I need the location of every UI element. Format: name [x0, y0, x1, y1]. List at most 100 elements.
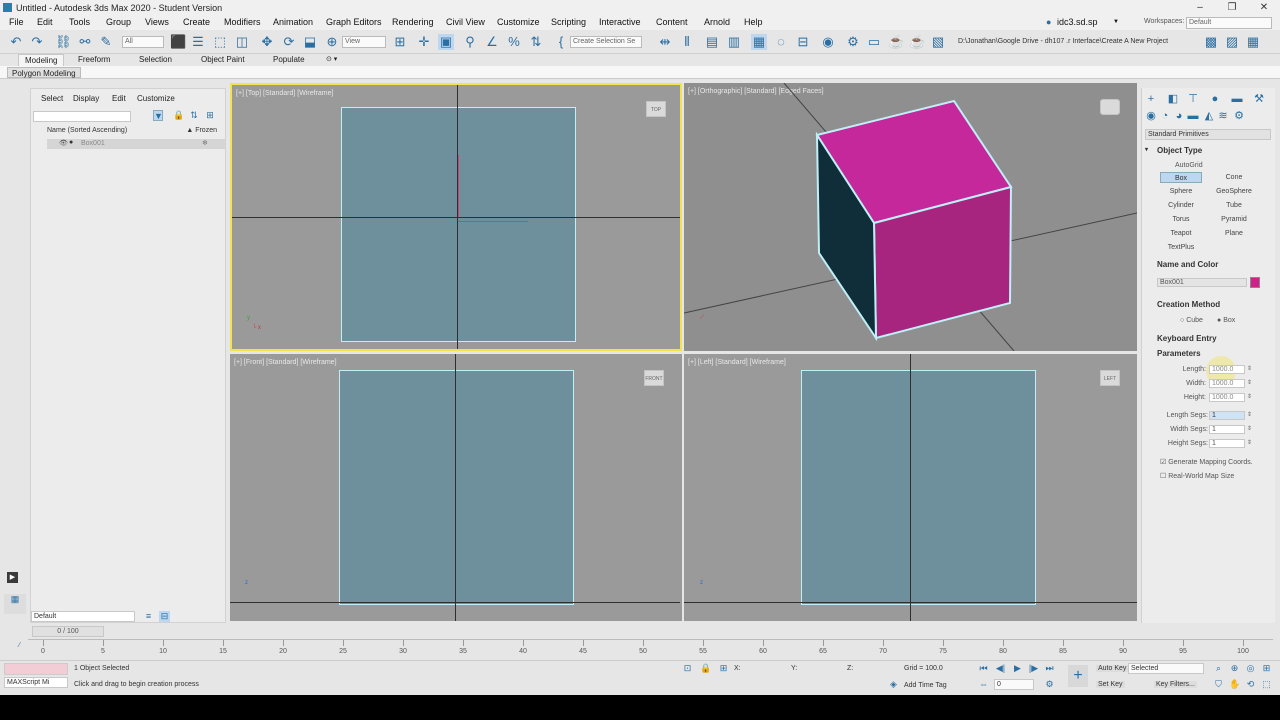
y-coordinate-field[interactable] — [801, 663, 841, 674]
manipulate-icon[interactable]: ✛ — [416, 34, 432, 50]
box-radio[interactable]: ● Box — [1217, 317, 1235, 324]
close-button[interactable]: ✕ — [1248, 0, 1280, 15]
minimize-button[interactable]: – — [1184, 0, 1216, 15]
timeline-track[interactable]: 0 5 10 15 20 25 30 35 40 45 50 55 60 65 70 75 80 85 90 95 10… — [28, 639, 1273, 655]
filter-icon[interactable]: ▼ — [153, 110, 163, 121]
col-frozen[interactable]: ▲ Frozen — [186, 127, 217, 134]
plane-button[interactable]: Plane — [1213, 228, 1255, 239]
select-object-icon[interactable]: ⬛ — [170, 34, 186, 50]
object-name-field[interactable]: Box001 — [1157, 278, 1247, 287]
ribbon-toggle-icon[interactable]: ▦ — [751, 34, 767, 50]
rect-selection-icon[interactable]: ⬚ — [212, 34, 228, 50]
height-segs-field[interactable]: 1 — [1209, 439, 1245, 448]
project-save-icon[interactable]: ▦ — [1245, 34, 1261, 50]
default-keys-icon[interactable]: + — [1068, 665, 1088, 687]
length-segs-spinner-icon[interactable]: ⇕ — [1247, 411, 1252, 418]
utilities-tab-icon[interactable]: ⚒ — [1252, 92, 1266, 106]
gen-mapping-checkbox[interactable]: ☑ Generate Mapping Coords. — [1160, 458, 1253, 466]
render-online-icon[interactable]: ▧ — [930, 34, 946, 50]
reference-coord-dropdown[interactable]: View — [342, 36, 386, 48]
named-selection-dropdown[interactable]: Create Selection Se — [570, 36, 642, 48]
scene-explorer-icon[interactable]: ▤ — [704, 34, 720, 50]
z-coordinate-field[interactable] — [857, 663, 897, 674]
schematic-view-icon[interactable]: ⊟ — [795, 34, 811, 50]
menu-arnold[interactable]: Arnold — [704, 17, 730, 27]
tab-freeform[interactable]: Freeform — [78, 54, 110, 66]
textplus-button[interactable]: TextPlus — [1160, 242, 1202, 253]
viewcube-left[interactable]: LEFT — [1100, 370, 1120, 386]
menu-scripting[interactable]: Scripting — [551, 17, 586, 27]
polygon-modeling-label[interactable]: Polygon Modeling — [7, 67, 81, 78]
render-dot-icon[interactable]: ● — [69, 139, 73, 146]
angle-snap-icon[interactable]: ∠ — [484, 34, 500, 50]
create-tab-icon[interactable]: + — [1144, 92, 1158, 106]
orbit-icon[interactable]: ⟲ — [1245, 679, 1256, 690]
length-segs-field[interactable]: 1 — [1209, 411, 1245, 420]
se-menu-edit[interactable]: Edit — [112, 94, 126, 103]
go-to-start-icon[interactable]: ⏮ — [978, 663, 989, 674]
box-left-view[interactable] — [801, 370, 1036, 605]
auto-key-button[interactable]: Auto Key — [1096, 665, 1129, 672]
x-coordinate-field[interactable] — [744, 663, 784, 674]
sphere-button[interactable]: Sphere — [1160, 186, 1202, 197]
align-icon[interactable]: ⫴ — [679, 34, 695, 50]
lights-icon[interactable]: ◕ — [1172, 109, 1186, 123]
se-menu-display[interactable]: Display — [73, 94, 99, 103]
user-dropdown-icon[interactable]: ▼ — [1113, 19, 1119, 25]
edit-named-selection-icon[interactable]: { — [553, 34, 569, 50]
tab-modeling[interactable]: Modeling — [18, 54, 65, 66]
lock-icon[interactable]: 🔒 — [173, 110, 184, 121]
width-segs-spinner-icon[interactable]: ⇕ — [1247, 425, 1252, 432]
menu-customize[interactable]: Customize — [497, 17, 540, 27]
spacewarps-icon[interactable]: ≋ — [1216, 109, 1230, 123]
zoom-all-icon[interactable]: ⊕ — [1229, 663, 1240, 674]
se-menu-customize[interactable]: Customize — [137, 94, 175, 103]
geometry-icon[interactable]: ◉ — [1144, 109, 1158, 123]
menu-rendering[interactable]: Rendering — [392, 17, 434, 27]
helpers-icon[interactable]: ◭ — [1202, 109, 1216, 123]
parameters-rollout[interactable]: Parameters — [1157, 349, 1201, 358]
menu-group[interactable]: Group — [106, 17, 131, 27]
unlink-icon[interactable]: ⚯ — [77, 34, 93, 50]
isolate-icon[interactable]: ⊡ — [682, 663, 693, 674]
tab-object-paint[interactable]: Object Paint — [201, 54, 245, 66]
render-iterative-icon[interactable]: ☕ — [909, 34, 925, 50]
zoom-extents-all-icon[interactable]: ⊞ — [1261, 663, 1272, 674]
time-config-icon[interactable]: ⚙ — [1044, 679, 1055, 690]
add-time-tag[interactable]: Add Time Tag — [904, 682, 947, 689]
place-icon[interactable]: ⊕ — [324, 34, 340, 50]
user-account[interactable]: idc3.sd.sp — [1057, 17, 1098, 27]
next-frame-icon[interactable]: |▶ — [1028, 663, 1039, 674]
redo-icon[interactable]: ↷ — [29, 34, 45, 50]
modify-tab-icon[interactable]: ◧ — [1166, 92, 1180, 106]
viewcube-front[interactable]: FRONT — [644, 370, 664, 386]
layer-explorer-icon[interactable]: ▥ — [726, 34, 742, 50]
layer-icon[interactable]: ≡ — [143, 611, 154, 622]
layer-dropdown[interactable]: Default — [31, 611, 135, 622]
rotate-icon[interactable]: ⟳ — [281, 34, 297, 50]
selection-lock-icon[interactable]: 🔒 — [700, 663, 711, 674]
keyboard-entry-rollout[interactable]: Keyboard Entry — [1157, 334, 1217, 343]
time-tag-icon[interactable]: ◈ — [888, 679, 899, 690]
viewport-left-label[interactable]: [+] [Left] [Standard] [Wireframe] — [688, 359, 786, 366]
viewcube-persp[interactable] — [1100, 99, 1120, 115]
pivot-icon[interactable]: ⊞ — [392, 34, 408, 50]
maxscript-mini-listener[interactable]: MAXScript Mi — [4, 677, 68, 688]
menu-animation[interactable]: Animation — [273, 17, 313, 27]
real-world-checkbox[interactable]: ☐ Real-World Map Size — [1160, 472, 1234, 480]
height-spinner-icon[interactable]: ⇕ — [1247, 393, 1252, 400]
col-name[interactable]: Name (Sorted Ascending) — [47, 127, 127, 134]
render-production-icon[interactable]: ☕ — [888, 34, 904, 50]
tube-button[interactable]: Tube — [1213, 200, 1255, 211]
cone-button[interactable]: Cone — [1213, 172, 1255, 183]
name-color-rollout[interactable]: Name and Color — [1157, 260, 1218, 269]
se-menu-select[interactable]: Select — [41, 94, 63, 103]
key-mode-icon[interactable]: ⇔ — [978, 679, 989, 690]
viewport-top[interactable]: [+] [Top] [Standard] [Wireframe] TOP y └… — [230, 83, 682, 351]
hierarchy-tab-icon[interactable]: ⊤ — [1186, 92, 1200, 106]
geosphere-button[interactable]: GeoSphere — [1213, 186, 1255, 197]
mirror-icon[interactable]: ⇹ — [657, 34, 673, 50]
torus-button[interactable]: Torus — [1160, 214, 1202, 225]
scene-explorer-toggle-icon[interactable]: ▦ — [4, 594, 26, 614]
box-top-view[interactable] — [341, 107, 576, 342]
